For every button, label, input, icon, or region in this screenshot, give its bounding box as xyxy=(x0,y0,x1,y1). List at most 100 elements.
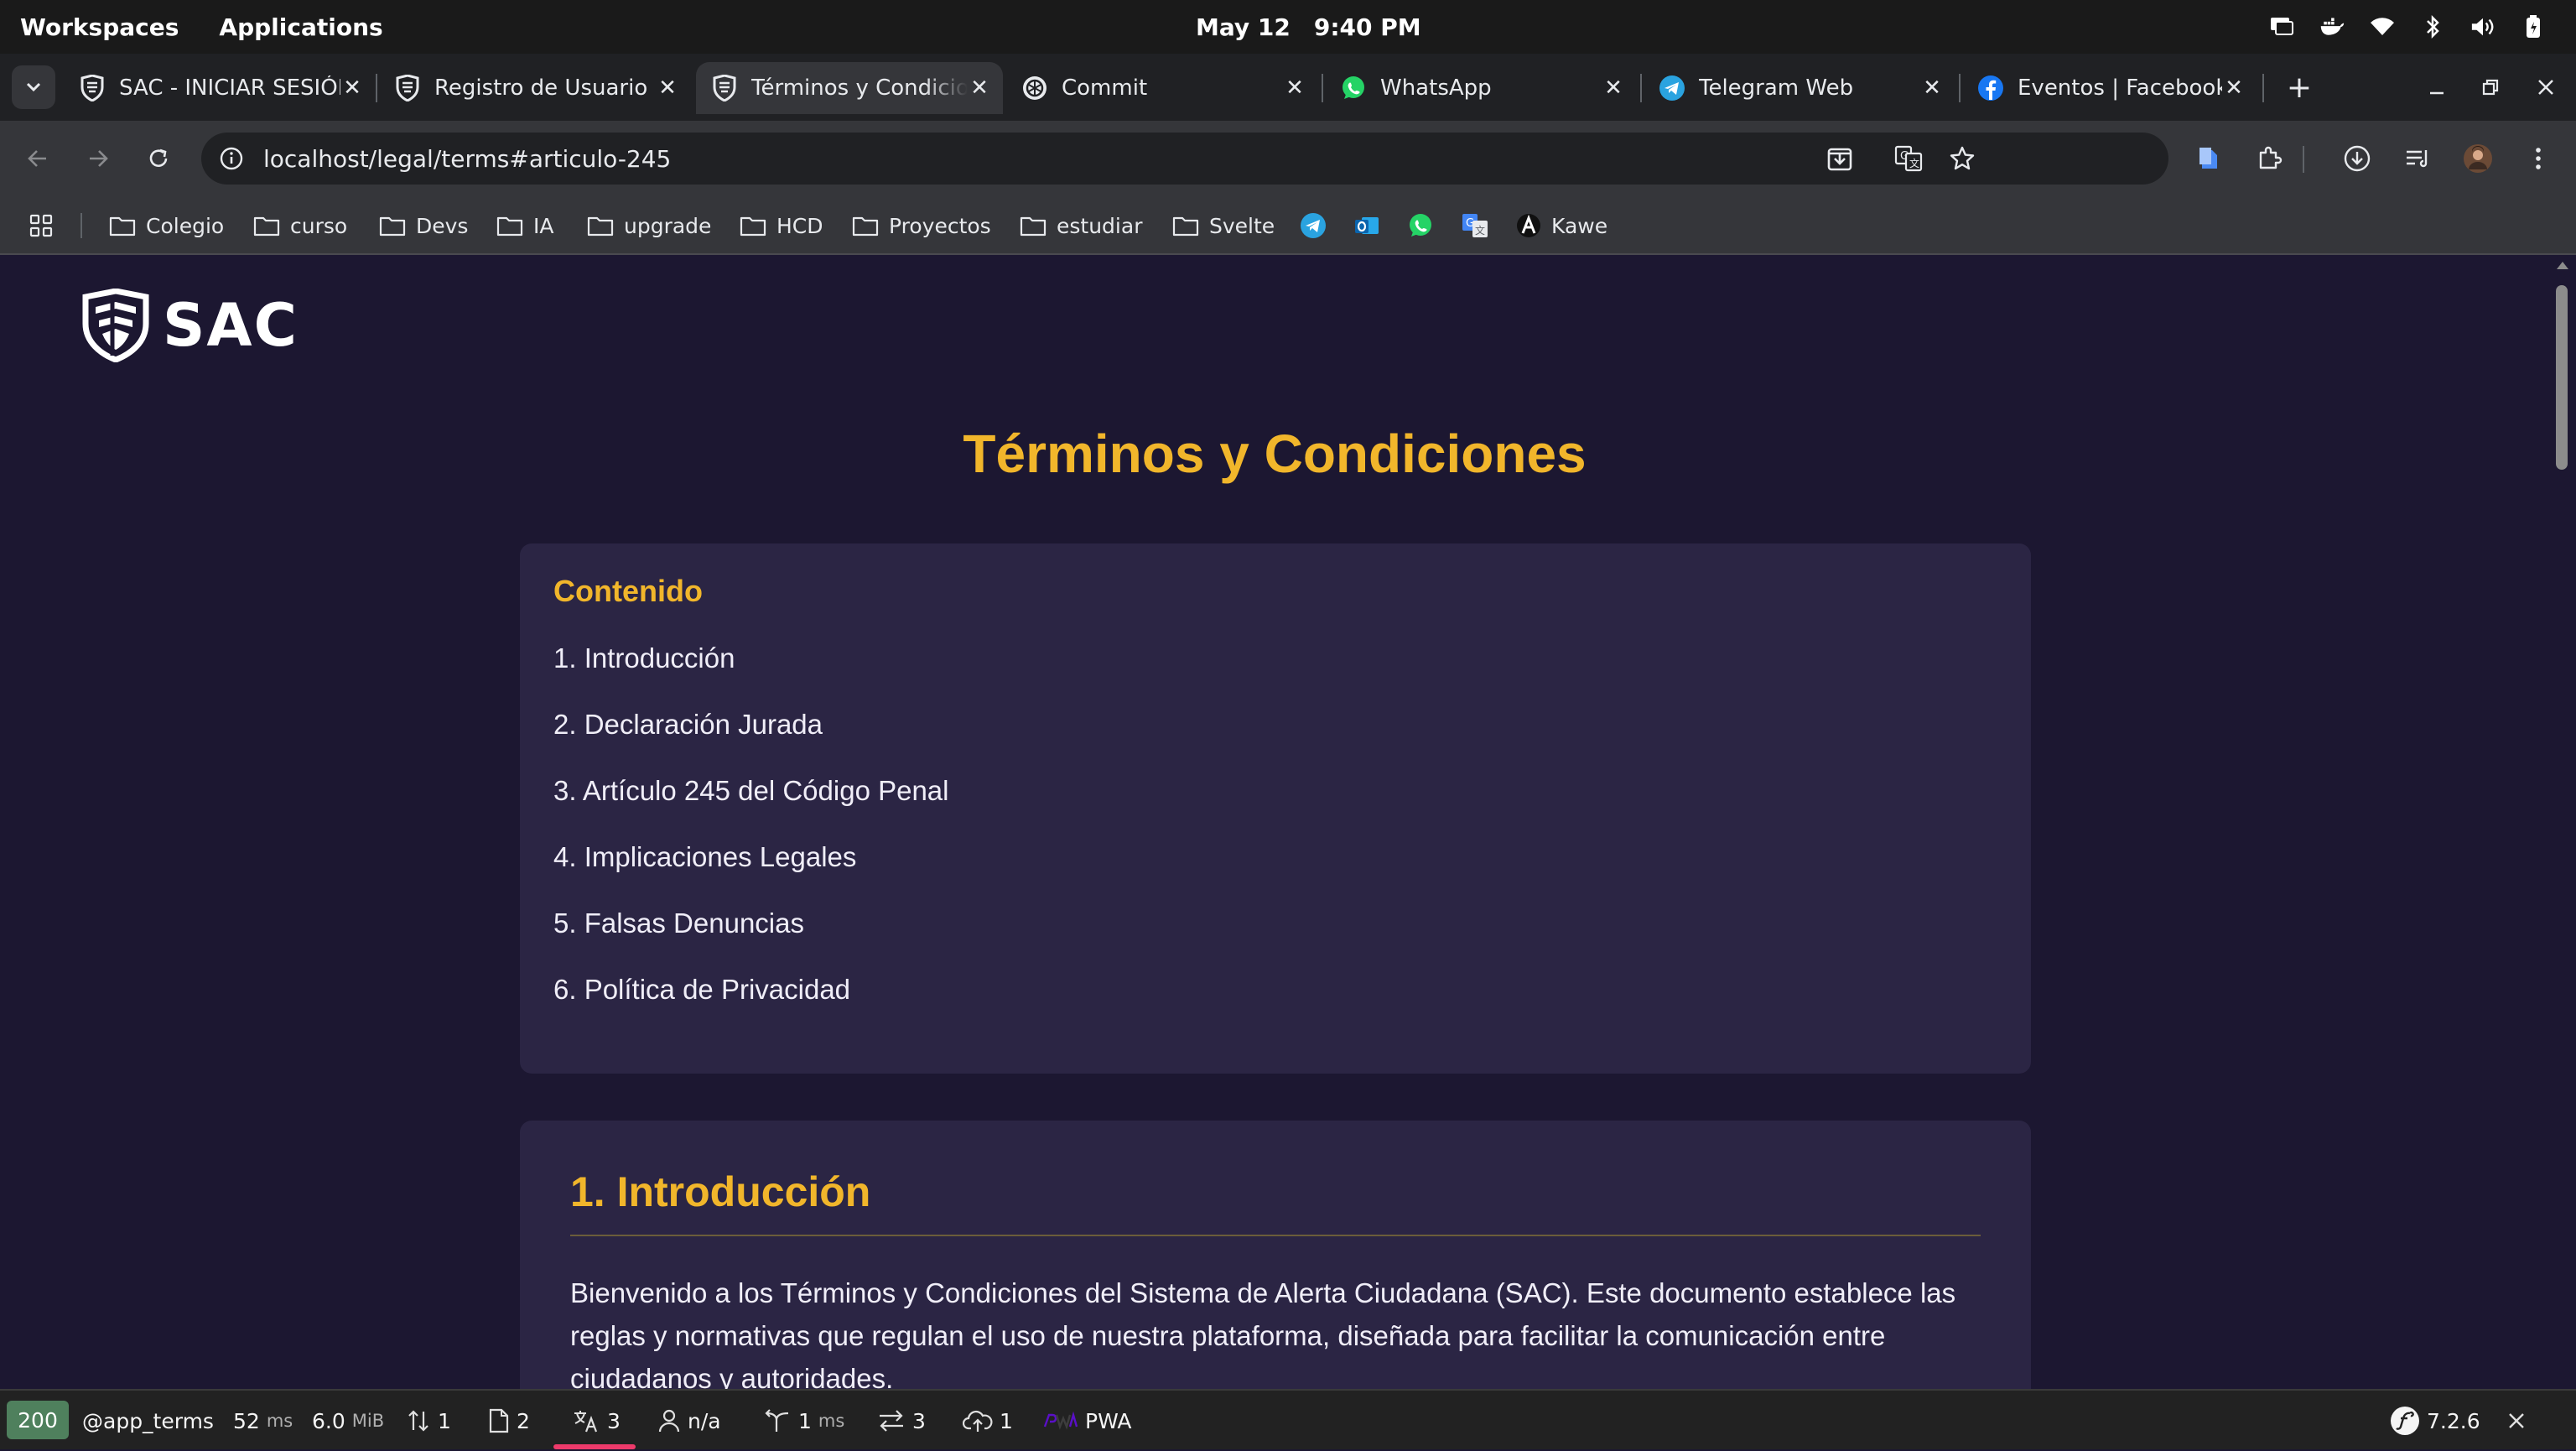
battery-icon[interactable] xyxy=(2521,14,2546,39)
bookmark-google-translate[interactable]: G文 xyxy=(1461,196,1489,255)
screen-share-icon[interactable] xyxy=(2269,14,2294,39)
section-heading: 1. Introducción xyxy=(570,1168,871,1215)
bookmark-folder-proyectos[interactable]: Proyectos xyxy=(852,196,991,255)
memory-value: 6.0 xyxy=(312,1408,345,1433)
back-button[interactable] xyxy=(17,138,59,179)
toc-link-falsas-denuncias[interactable]: 5. Falsas Denuncias xyxy=(553,908,804,939)
site-info-icon[interactable] xyxy=(215,142,248,175)
translate-icon[interactable]: G文 xyxy=(1892,142,1925,175)
address-bar[interactable]: localhost/legal/terms#articulo-245 G文 xyxy=(201,133,2168,185)
bookmark-folder-colegio[interactable]: Colegio xyxy=(109,196,224,255)
close-window-button[interactable] xyxy=(2524,65,2568,109)
bookmark-star-icon[interactable] xyxy=(1945,142,1979,175)
close-tab-icon[interactable]: ✕ xyxy=(1602,75,1625,101)
site-logo[interactable]: SAC xyxy=(80,289,299,362)
bookmark-folder-devs[interactable]: Devs xyxy=(379,196,468,255)
page-title: Términos y Condiciones xyxy=(963,424,1587,484)
extensions-puzzle-icon[interactable] xyxy=(2249,138,2291,179)
debug-route[interactable]: @app_terms xyxy=(82,1391,214,1451)
tab-commit[interactable]: Commit ✕ xyxy=(1006,62,1318,114)
close-tab-icon[interactable]: ✕ xyxy=(1283,75,1306,101)
debug-memory[interactable]: 6.0 MiB xyxy=(312,1391,384,1451)
tab-terminos[interactable]: Términos y Condiciones ✕ xyxy=(696,62,1003,114)
bookmark-folder-upgrade[interactable]: upgrade xyxy=(587,196,711,255)
folder-icon xyxy=(379,216,406,237)
route-name: @app_terms xyxy=(82,1408,214,1433)
chevron-down-icon xyxy=(26,82,41,92)
tab-sac-login[interactable]: SAC - INICIAR SESIÓN ✕ xyxy=(64,62,376,114)
minimize-icon xyxy=(2430,91,2444,95)
bookmark-telegram[interactable] xyxy=(1300,196,1327,255)
debug-requests[interactable]: 1 xyxy=(406,1391,451,1451)
debug-templates[interactable]: 2 xyxy=(488,1391,530,1451)
debug-toolbar-close-button[interactable] xyxy=(2507,1391,2526,1451)
exchange-arrows-icon xyxy=(880,1410,903,1432)
tab-whatsapp[interactable]: WhatsApp ✕ xyxy=(1325,62,1637,114)
bookmark-outlook[interactable] xyxy=(1353,196,1380,255)
profile-avatar[interactable] xyxy=(2457,138,2499,179)
http-status-badge[interactable]: 200 xyxy=(7,1401,69,1439)
workspaces-menu[interactable]: Workspaces xyxy=(20,13,179,41)
applications-menu[interactable]: Applications xyxy=(219,13,382,41)
apps-grid-button[interactable] xyxy=(29,196,54,255)
events-value: 1 xyxy=(798,1408,812,1433)
new-tab-button[interactable]: + xyxy=(2277,65,2321,109)
bookmark-whatsapp[interactable] xyxy=(1407,196,1434,255)
debug-symfony-version[interactable]: 7.2.6 xyxy=(2390,1391,2480,1451)
bookmark-folder-estudiar[interactable]: estudiar xyxy=(1020,196,1142,255)
forward-button[interactable] xyxy=(77,138,119,179)
debug-time[interactable]: 52 ms xyxy=(233,1391,293,1451)
bookmark-folder-curso[interactable]: curso xyxy=(253,196,347,255)
plus-icon: + xyxy=(2286,70,2313,105)
debug-security[interactable]: n/a xyxy=(657,1391,721,1451)
tab-title: Registro de Usuario xyxy=(434,75,648,101)
debug-uploads[interactable]: 1 xyxy=(963,1391,1013,1451)
tab-facebook[interactable]: Eventos | Facebook ✕ xyxy=(1962,62,2257,114)
close-tab-icon[interactable]: ✕ xyxy=(968,75,991,101)
tab-title: Commit xyxy=(1062,75,1148,101)
debug-translations[interactable]: 3 xyxy=(572,1391,621,1451)
bookmark-folder-ia[interactable]: IA xyxy=(496,196,553,255)
close-tab-icon[interactable]: ✕ xyxy=(656,75,679,101)
tab-search-button[interactable] xyxy=(12,65,55,109)
url-text[interactable]: localhost/legal/terms#articulo-245 xyxy=(263,133,671,185)
kawe-icon xyxy=(1517,214,1540,237)
downloads-icon[interactable] xyxy=(2336,138,2378,179)
bookmark-folder-hcd[interactable]: HCD xyxy=(740,196,823,255)
close-tab-icon[interactable]: ✕ xyxy=(1920,75,1944,101)
bookmark-folder-svelte[interactable]: Svelte xyxy=(1172,196,1275,255)
debug-pwa[interactable]: PWA xyxy=(1043,1391,1132,1451)
restore-window-button[interactable] xyxy=(2469,65,2512,109)
toc-link-articulo-245[interactable]: 3. Artículo 245 del Código Penal xyxy=(553,775,949,807)
reload-button[interactable] xyxy=(138,138,179,179)
clock-date: May 12 xyxy=(1196,13,1291,41)
debug-events[interactable]: 1 ms xyxy=(763,1391,844,1451)
chrome-menu-button[interactable] xyxy=(2517,138,2559,179)
tab-registro[interactable]: Registro de Usuario ✕ xyxy=(379,62,691,114)
whatsapp-icon xyxy=(1410,214,1431,237)
close-tab-icon[interactable]: ✕ xyxy=(2222,75,2246,101)
volume-icon[interactable] xyxy=(2470,14,2496,39)
toc-link-implicaciones-legales[interactable]: 4. Implicaciones Legales xyxy=(553,841,856,873)
google-translate-icon: G文 xyxy=(1462,214,1488,237)
reading-list-icon[interactable] xyxy=(2397,138,2438,179)
symfony-version: 7.2.6 xyxy=(2427,1408,2480,1433)
system-clock[interactable]: May 12 9:40 PM xyxy=(1196,0,1421,54)
tab-telegram[interactable]: Telegram Web ✕ xyxy=(1644,62,1955,114)
bluetooth-icon[interactable] xyxy=(2420,14,2445,39)
docker-icon[interactable] xyxy=(2319,14,2345,39)
openai-icon xyxy=(1021,75,1048,101)
toc-link-introduccion[interactable]: 1. Introducción xyxy=(553,642,735,674)
scrollbar-thumb[interactable] xyxy=(2556,285,2568,470)
install-app-icon[interactable] xyxy=(1823,142,1857,175)
scroll-up-arrow-icon[interactable] xyxy=(2557,262,2568,269)
minimize-window-button[interactable] xyxy=(2415,65,2459,109)
toc-link-declaracion-jurada[interactable]: 2. Declaración Jurada xyxy=(553,709,823,741)
close-tab-icon[interactable]: ✕ xyxy=(340,75,364,101)
wifi-icon[interactable] xyxy=(2370,14,2395,39)
page-scrollbar[interactable] xyxy=(2549,255,2576,1389)
toc-link-politica-privacidad[interactable]: 6. Política de Privacidad xyxy=(553,974,850,1006)
bookmark-kawe[interactable]: Kawe xyxy=(1516,196,1607,255)
debug-forms[interactable]: 3 xyxy=(877,1391,926,1451)
google-docs-extension-icon[interactable] xyxy=(2189,138,2231,179)
